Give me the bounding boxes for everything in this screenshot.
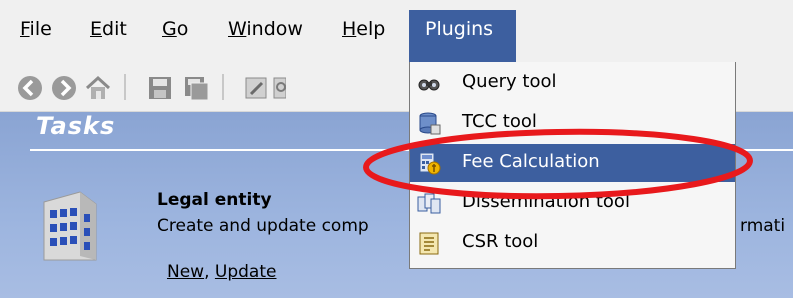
database-icon <box>419 112 441 135</box>
back-icon[interactable] <box>16 74 44 102</box>
legal-entity-links: New, Update <box>167 262 276 282</box>
edit-icon[interactable] <box>242 74 270 102</box>
link-separator: , <box>204 262 210 282</box>
preview-icon[interactable] <box>272 74 286 102</box>
menu-item-fee-calculation[interactable]: Fee Calculation <box>410 144 735 182</box>
menu-item-label: Fee Calculation <box>462 151 600 172</box>
menu-file[interactable]: File <box>20 18 52 40</box>
menu-bar: File Edit Go Window Help Plugins <box>0 0 793 62</box>
toolbar-separator <box>124 74 126 100</box>
menu-help[interactable]: Help <box>342 18 385 40</box>
forward-icon[interactable] <box>50 74 78 102</box>
update-link[interactable]: Update <box>215 262 277 282</box>
legal-entity-title: Legal entity <box>157 190 272 210</box>
menu-item-dissemination-tool[interactable]: Dissemination tool <box>410 184 735 222</box>
tasks-heading: Tasks <box>36 112 116 140</box>
menu-item-tcc-tool[interactable]: TCC tool <box>410 104 735 142</box>
new-link[interactable]: New <box>167 262 204 282</box>
menu-item-csr-tool[interactable]: CSR tool <box>410 224 735 262</box>
menu-item-query-tool[interactable]: Query tool <box>410 64 735 102</box>
fee-calculator-icon <box>419 152 441 175</box>
home-icon[interactable] <box>84 74 112 102</box>
toolbar-separator <box>222 74 224 100</box>
binoculars-icon <box>418 79 440 91</box>
plugins-dropdown: Query tool TCC tool Fee Calculation Diss… <box>409 62 736 269</box>
menu-plugins-label: Plugins <box>425 18 494 40</box>
dissemination-icon <box>417 193 441 214</box>
legal-entity-description-tail: rmati <box>740 216 786 236</box>
document-list-icon <box>419 232 439 255</box>
legal-entity-description: Create and update comp <box>157 216 369 236</box>
save-icon[interactable] <box>146 74 174 102</box>
menu-item-label: TCC tool <box>462 111 537 132</box>
menu-edit[interactable]: Edit <box>90 18 127 40</box>
save-all-icon[interactable] <box>182 74 210 102</box>
menu-plugins[interactable]: Plugins <box>409 10 516 62</box>
menu-window[interactable]: Window <box>228 18 303 40</box>
menu-go[interactable]: Go <box>162 18 188 40</box>
menu-item-label: Dissemination tool <box>462 191 630 212</box>
menu-item-label: CSR tool <box>462 231 539 252</box>
menu-item-label: Query tool <box>462 71 557 92</box>
building-icon <box>43 191 97 261</box>
